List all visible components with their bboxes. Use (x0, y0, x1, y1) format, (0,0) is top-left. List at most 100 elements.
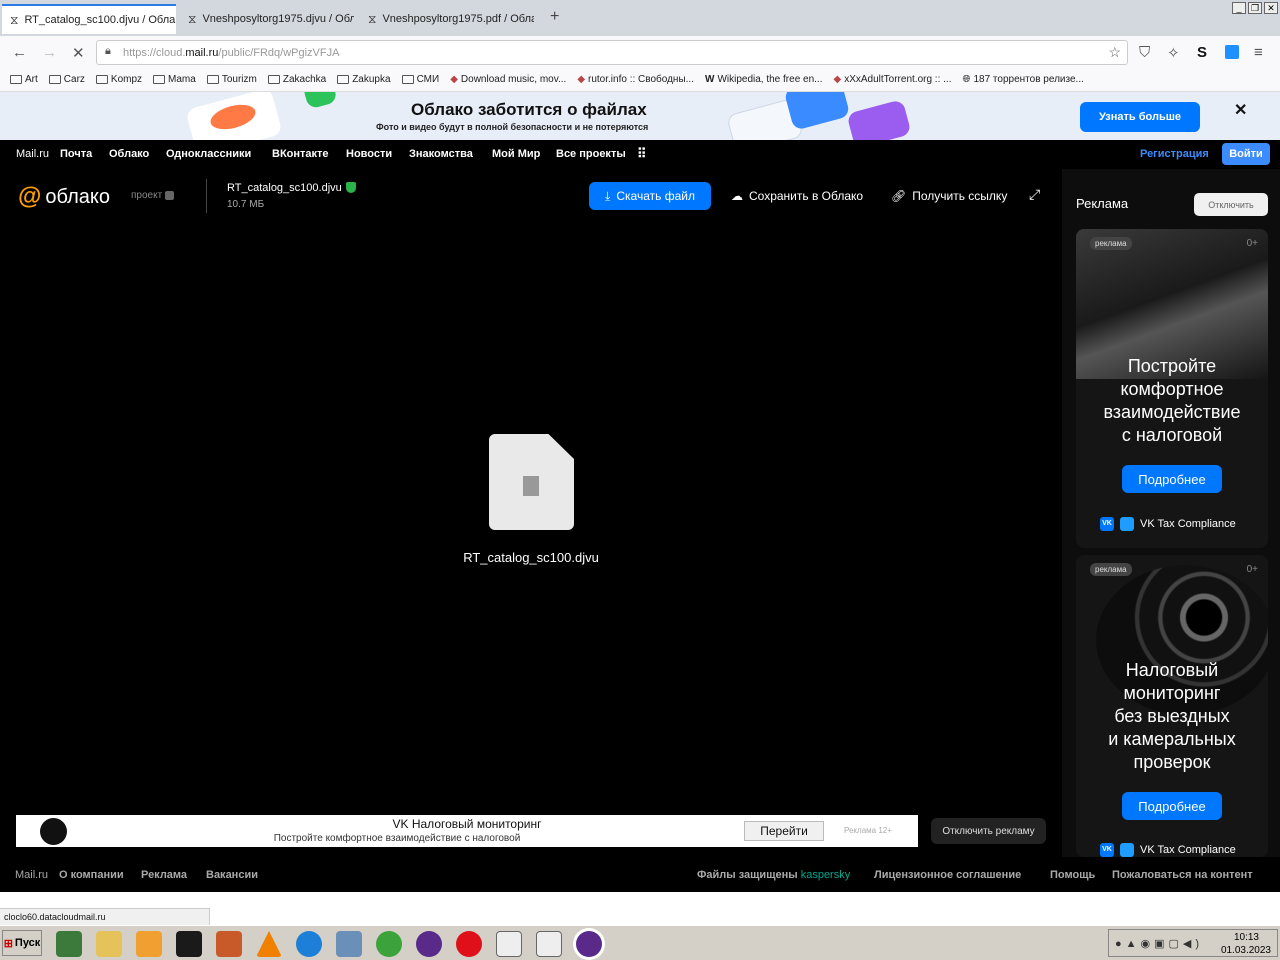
bottom-ad[interactable]: VK Налоговый мониторинг Постройте комфор… (16, 815, 918, 847)
learn-more-button[interactable]: Узнать больше (1080, 102, 1200, 132)
bookmark-item[interactable]: Mama (153, 74, 196, 85)
fan-icon[interactable] (176, 931, 202, 957)
close-window-icon[interactable]: ✕ (1264, 2, 1278, 14)
cloud-logo[interactable]: @ облако (18, 183, 110, 211)
footer-link-about[interactable]: О компании (59, 869, 124, 881)
djvu-viewer-icon[interactable] (496, 931, 522, 957)
register-link[interactable]: Регистрация (1140, 148, 1209, 160)
portal-item-cloud[interactable]: Облако (109, 148, 149, 160)
bookmark-label: Zakachka (282, 74, 327, 85)
folder-icon[interactable] (96, 931, 122, 957)
opera-icon[interactable] (456, 931, 482, 957)
age-rating: 0+ (1246, 564, 1258, 575)
logo-text: облако (45, 185, 110, 208)
portal-item-ok[interactable]: Одноклассники (166, 148, 251, 160)
forward-icon[interactable]: → (42, 44, 57, 61)
archive-icon[interactable] (216, 931, 242, 957)
save-to-cloud-button[interactable]: ☁ Сохранить в Облако (731, 189, 863, 203)
footer-link-jobs[interactable]: Вакансии (206, 869, 258, 881)
bookmark-item[interactable]: Zakupka (337, 74, 391, 85)
close-icon[interactable]: ✕ (1234, 100, 1247, 120)
ad-headline: Налоговый мониторинг без выездных и каме… (1076, 659, 1268, 774)
new-tab-icon[interactable]: + (550, 8, 559, 26)
bookmark-star-icon[interactable]: ☆ (1108, 44, 1121, 61)
computer-icon[interactable] (56, 931, 82, 957)
portal-item-news[interactable]: Новости (346, 148, 392, 160)
bookmark-item[interactable]: Kompz (95, 74, 142, 85)
media-player-icon[interactable] (136, 931, 162, 957)
portal-item-mail[interactable]: Почта (60, 148, 92, 160)
download-icon: ⤓ (605, 188, 611, 203)
ad-tag: реклама (1090, 563, 1132, 576)
more-button[interactable]: Подробнее (1122, 792, 1222, 820)
footer-link-license[interactable]: Лицензионное соглашение (874, 869, 1021, 881)
restore-icon[interactable]: ❐ (1248, 2, 1262, 14)
menu-icon[interactable]: ≡ (1254, 44, 1263, 61)
ad-card-1[interactable]: реклама 0+ Постройте комфортное взаимоде… (1076, 229, 1268, 548)
bookmark-item[interactable]: ◆ rutor.info :: Свободны... (577, 74, 694, 85)
skype-icon[interactable] (1225, 45, 1239, 59)
tor-browser-icon[interactable] (416, 931, 442, 957)
back-icon[interactable]: ← (12, 44, 27, 61)
footer-link-mailru[interactable]: Mail.ru (15, 869, 48, 881)
get-link-button[interactable]: 🔗︎ Получить ссылку (891, 189, 1007, 203)
bookmark-mark-icon (523, 476, 539, 496)
login-button[interactable]: Войти (1222, 143, 1270, 165)
bookmark-item[interactable]: Tourizm (206, 74, 257, 85)
bookmark-item[interactable]: СМИ (401, 74, 439, 85)
bookmark-item[interactable]: W Wikipedia, the free en... (705, 74, 823, 85)
bookmark-item[interactable]: 🌐︎ 187 торрентов релизе... (962, 74, 1083, 85)
internet-explorer-icon[interactable] (296, 931, 322, 957)
url-bar[interactable]: 🔒︎ https://cloud. mail.ru/public/FRdq/wPg… (96, 40, 1128, 65)
brand-name: VK Tax Compliance (1140, 844, 1236, 856)
vlc-icon[interactable] (256, 931, 282, 957)
start-button[interactable]: ⊞ Пуск (2, 930, 42, 956)
disable-side-ads-button[interactable]: Отключить (1194, 193, 1268, 216)
footer: Mail.ru О компании Реклама Вакансии Файл… (0, 857, 1280, 892)
ad-card-2[interactable]: реклама 0+ Налоговый мониторинг без выез… (1076, 555, 1268, 857)
extension-icon[interactable]: ✧ (1167, 44, 1180, 62)
more-button[interactable]: Подробнее (1122, 465, 1222, 493)
tor-browser-active-icon[interactable] (576, 931, 602, 957)
vk-icon: VK (1100, 517, 1114, 531)
go-button[interactable]: Перейти (744, 821, 824, 841)
utorrent-icon[interactable] (376, 931, 402, 957)
globe-icon: 🌐︎ (962, 74, 971, 85)
minimize-icon[interactable]: _ (1232, 2, 1246, 14)
footer-link-report[interactable]: Пожаловаться на контент (1112, 869, 1253, 881)
site-icon: ◆ (450, 74, 458, 85)
djvu-viewer-icon[interactable] (536, 931, 562, 957)
portal-item-myworld[interactable]: Мой Мир (492, 148, 540, 160)
bookmark-item[interactable]: Zakachka (267, 74, 327, 85)
network-icon[interactable] (336, 931, 362, 957)
footer-link-help[interactable]: Помощь (1050, 869, 1095, 881)
folder-icon (206, 75, 219, 84)
bookmark-item[interactable]: ◆ Download music, mov... (450, 74, 566, 85)
files-protected: Файлы защищены kaspersky (697, 869, 850, 881)
tab-2[interactable]: ⧖ Vneshposyltorg1975.djvu / Обл ✕ (180, 4, 354, 34)
bookmark-item[interactable]: ◆ xXxAdultTorrent.org :: ... (834, 74, 952, 85)
fullscreen-icon[interactable]: ⤢ (1029, 186, 1040, 203)
lock-icon: 🔒︎ (105, 45, 111, 57)
bookmark-item[interactable]: Carz (48, 74, 85, 85)
footer-link-ads[interactable]: Реклама (141, 869, 187, 881)
tab-bar: ⧖ RT_catalog_sc100.djvu / Облак ✕ ⧖ Vnes… (0, 0, 1280, 36)
bookmark-label: Carz (63, 74, 85, 85)
tab-3[interactable]: ⧖ Vneshposyltorg1975.pdf / Обла ✕ (360, 4, 534, 34)
bookmark-item[interactable]: Art (10, 74, 38, 85)
portal-item-mailru[interactable]: Mail.ru (16, 148, 49, 160)
stop-icon[interactable]: ✕ (72, 44, 85, 62)
tab-1[interactable]: ⧖ RT_catalog_sc100.djvu / Облак ✕ (2, 4, 176, 34)
portal-item-all-projects[interactable]: Все проекты (556, 148, 626, 160)
portal-item-dating[interactable]: Знакомства (409, 148, 473, 160)
ad-headline-line: с налоговой (1121, 425, 1223, 445)
shield-icon[interactable]: ⛉ (1139, 44, 1150, 61)
portal-nav: Mail.ru Почта Облако Одноклассники ВКонт… (0, 140, 1280, 169)
tab-label: RT_catalog_sc100.djvu / Облак (24, 14, 176, 26)
disable-ads-button[interactable]: Отключить рекламу (931, 818, 1046, 844)
portal-item-vk[interactable]: ВКонтакте (272, 148, 329, 160)
taskbar: ⊞ Пуск ●▲◉▣▢◀) 10:13 01.03.2023 (0, 925, 1280, 960)
grid-icon[interactable]: ⠿ (637, 146, 646, 162)
download-file-button[interactable]: ⤓ Скачать файл (589, 182, 711, 210)
s-extension-icon[interactable]: S (1197, 44, 1207, 61)
